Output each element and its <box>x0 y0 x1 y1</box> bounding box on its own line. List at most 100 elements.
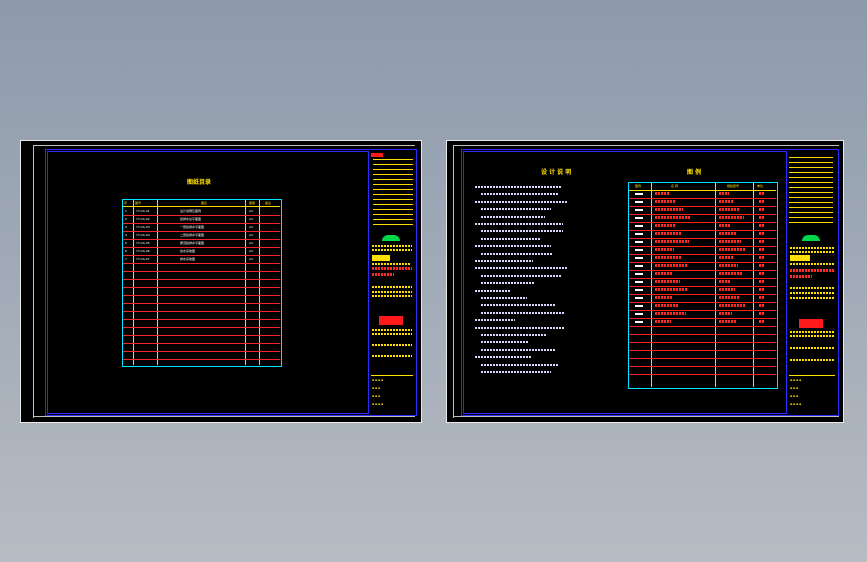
legend-col-symbol: 图例 <box>635 184 642 188</box>
table-cell-name: 屋顶给排水平面图 <box>180 241 205 245</box>
title-block-line <box>373 199 413 200</box>
legend-spec-text <box>719 208 739 211</box>
legend-row-line <box>629 342 776 343</box>
col-header-code: 图号 <box>135 201 142 205</box>
table-cell-name: 排水系统图 <box>180 257 196 261</box>
notes-text-line <box>481 334 547 336</box>
legend-symbol-icon <box>635 209 643 211</box>
table-row-line <box>123 255 280 256</box>
legend-row-line <box>629 358 776 359</box>
table-cell-no: 5 <box>125 241 127 245</box>
notes-text-line <box>475 186 561 188</box>
ruler-bottom <box>33 416 415 417</box>
table-cell-code: YY-GS-06 <box>136 249 150 253</box>
legend-row-line <box>629 374 776 375</box>
legend-symbol-icon <box>635 305 643 307</box>
notes-text-line <box>475 200 567 203</box>
title-block-line <box>373 174 413 175</box>
title-block-line <box>789 182 833 183</box>
legend-spec-text <box>719 296 740 299</box>
legend-spec-text <box>719 200 734 203</box>
notes-text-line <box>481 282 535 285</box>
legend-row-line <box>629 294 776 295</box>
legend-name-text <box>655 264 688 267</box>
title-block-line <box>373 194 413 195</box>
legend-unit-text <box>759 208 765 211</box>
legend-name-text <box>655 280 680 283</box>
notes-text-line <box>481 363 559 366</box>
legend-row-line <box>629 318 776 319</box>
title-block: ▪ ▪ ▪ ▪ ▪ ▪ ▪ ▪ ▪ ▪ ▪ ▪ ▪ ▪ <box>786 151 838 414</box>
title-block-line <box>789 217 833 218</box>
legend-col-name: 名 称 <box>671 184 678 188</box>
table-cell-no: 3 <box>125 225 127 229</box>
title-block-line <box>789 192 833 193</box>
legend-unit-text <box>759 304 765 307</box>
legend-symbol-icon <box>635 193 643 195</box>
table-cell-no: 4 <box>125 233 127 237</box>
table-cell-code: YY-GS-04 <box>136 233 150 237</box>
title-block-line <box>373 169 413 170</box>
legend-spec-text <box>719 264 738 267</box>
table-row-line <box>123 223 280 224</box>
legend-name-text <box>655 272 673 275</box>
legend-unit-text <box>759 240 765 243</box>
title-block-line <box>373 159 413 160</box>
legend-name-text <box>655 248 674 251</box>
table-cell-size: A3 <box>249 233 253 237</box>
col-header-note: 备注 <box>265 201 272 205</box>
legend-table: 图例 名 称 规格型号 单位 <box>628 182 778 389</box>
notes-text-line <box>481 230 563 233</box>
notes-title: 设 计 说 明 <box>541 169 572 176</box>
notes-text-line <box>481 297 527 299</box>
table-row-line <box>123 295 280 296</box>
title-block-line <box>789 222 833 223</box>
legend-unit-text <box>759 280 765 283</box>
table-cell-no: 6 <box>125 249 127 253</box>
notes-text-line <box>481 252 553 255</box>
legend-spec-text <box>719 304 745 307</box>
title-block-line <box>789 177 833 178</box>
notes-text-line <box>475 267 567 270</box>
title-block-line <box>789 162 833 163</box>
legend-name-text <box>655 240 689 243</box>
legend-name-text <box>655 304 679 307</box>
table-cell-size: A3 <box>249 249 253 253</box>
notes-text-line <box>475 319 515 322</box>
legend-col-spec: 规格型号 <box>727 184 740 188</box>
legend-row-line <box>629 366 776 367</box>
legend-symbol-icon <box>635 201 643 203</box>
title-block-line <box>373 214 413 215</box>
legend-symbol-icon <box>635 249 643 251</box>
notes-text-line <box>481 341 529 344</box>
title-block-line <box>789 172 833 173</box>
legend-name-text <box>655 192 669 195</box>
notes-text-line <box>481 237 541 240</box>
table-cell-code: YY-GS-02 <box>136 217 150 221</box>
legend-row-line <box>629 302 776 303</box>
table-cell-no: 2 <box>125 217 127 221</box>
notes-text-line <box>481 208 551 211</box>
title-block-line <box>373 219 413 220</box>
legend-symbol-icon <box>635 289 643 291</box>
notes-text-line <box>481 304 555 307</box>
legend-symbol-icon <box>635 265 643 267</box>
legend-name-text <box>655 224 675 227</box>
table-cell-name: 二层给排水平面图 <box>180 233 205 237</box>
legend-spec-text <box>719 232 736 235</box>
ruler-left <box>453 145 454 418</box>
legend-name-text <box>655 232 682 235</box>
table-row-line <box>123 311 280 312</box>
legend-spec-text <box>719 272 743 275</box>
legend-symbol-icon <box>635 281 643 283</box>
legend-name-text <box>655 256 681 259</box>
table-row-line <box>123 271 280 272</box>
drawing-sheet-left[interactable]: 图纸目录 序 图号 图名 图幅 备注 1 YY-GS-01 设计说明及图例 A3 2 YY… <box>20 140 422 423</box>
legend-name-text <box>655 320 671 323</box>
col-header-size: 图幅 <box>249 201 256 205</box>
legend-unit-text <box>759 200 765 203</box>
ruler-top <box>453 145 839 146</box>
drawing-sheet-right[interactable]: 设 计 说 明 图 例 图例 名 称 规格型号 单位 ▪ ▪ ▪ ▪ ▪ ▪ ▪… <box>446 140 844 423</box>
ruler-top <box>33 145 415 146</box>
table-header-line <box>123 206 280 207</box>
